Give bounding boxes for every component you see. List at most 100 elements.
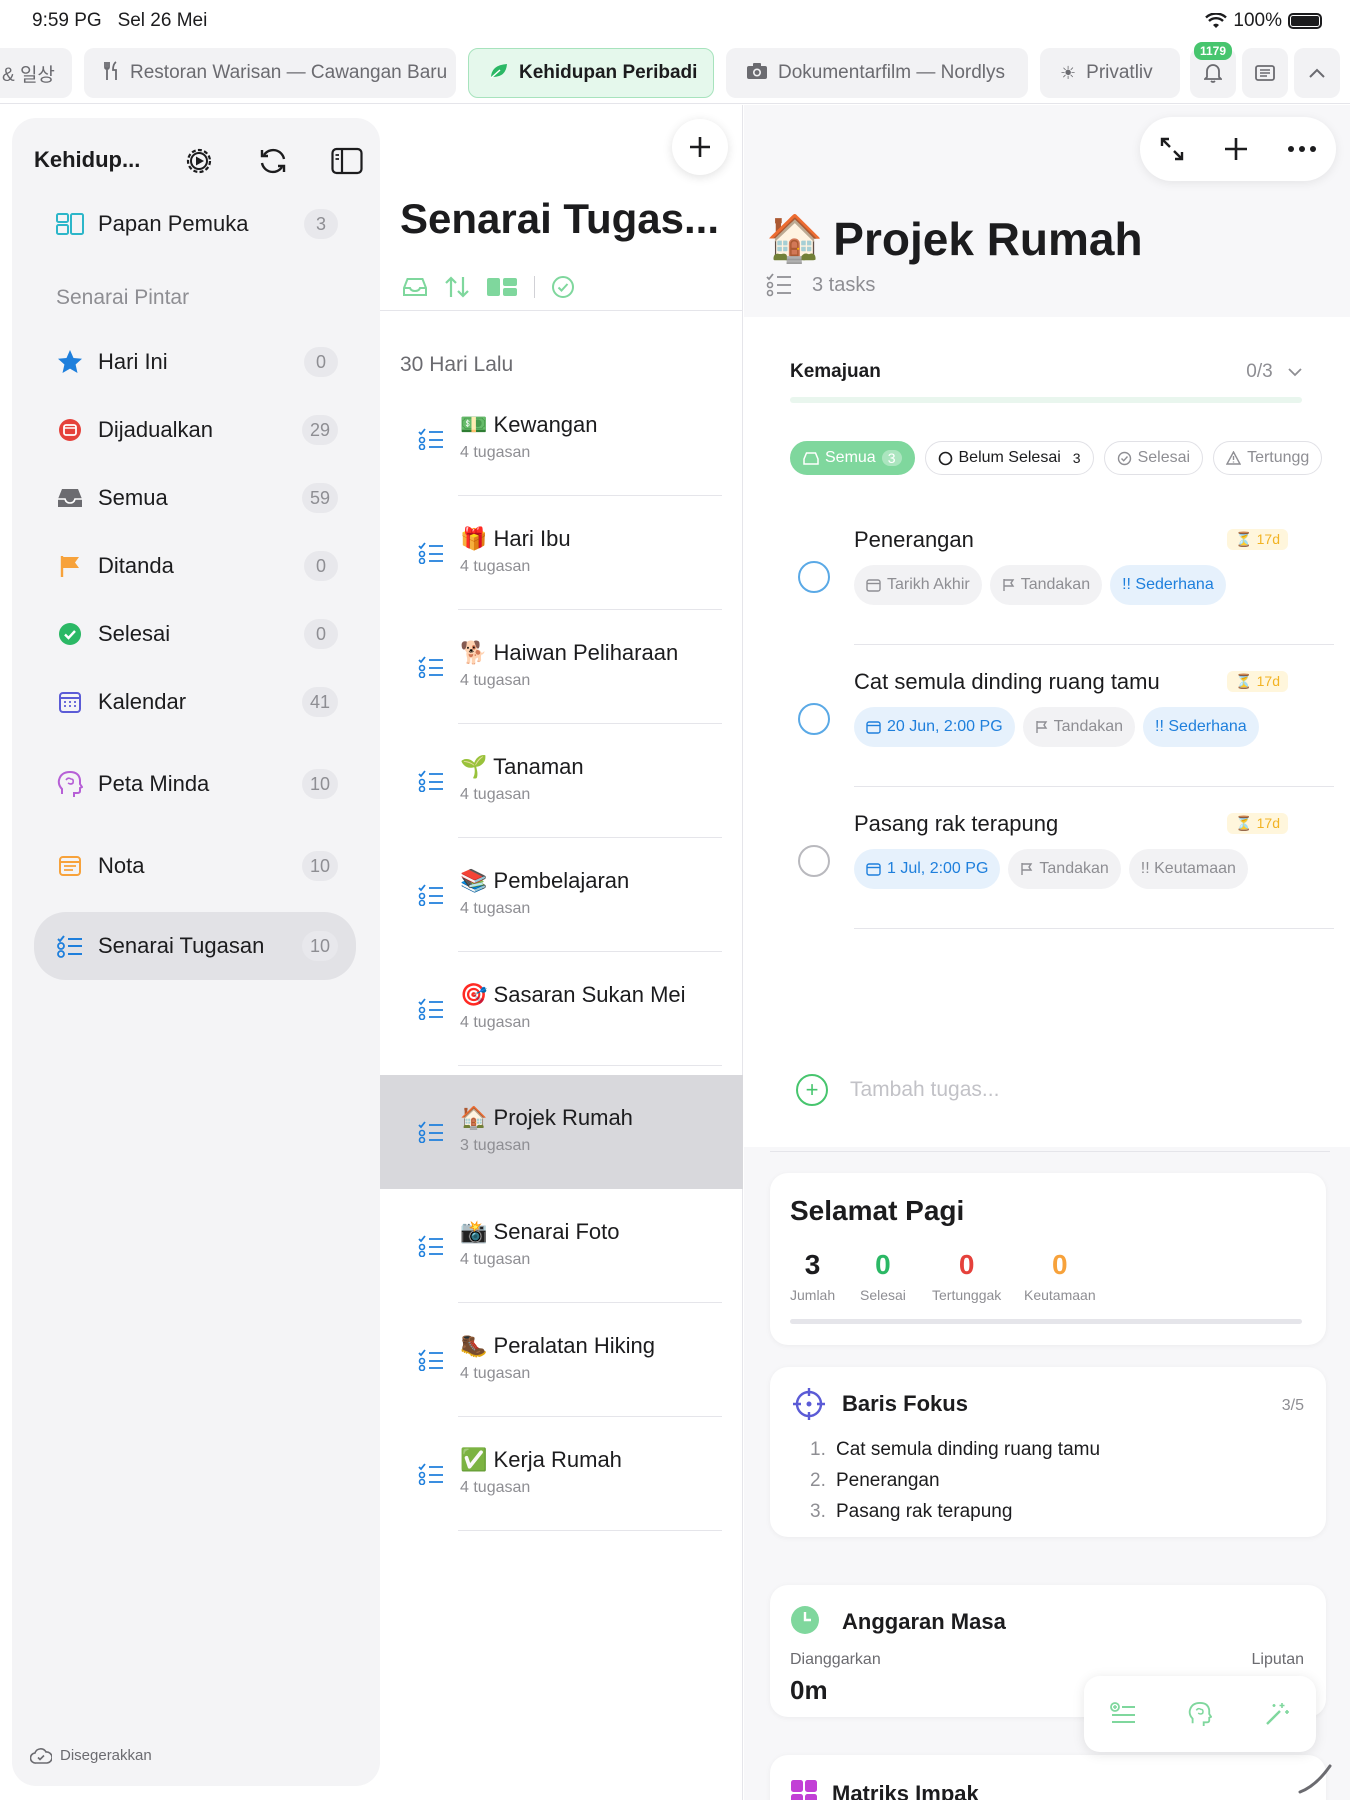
list-count: 4 tugasan [460, 672, 531, 689]
progress-toggle[interactable]: 0/3 [1246, 361, 1302, 383]
task-checkbox[interactable] [798, 703, 830, 735]
battery-percent: 100% [1233, 10, 1282, 31]
flag-tag[interactable]: Tandakan [989, 565, 1103, 605]
priority-tag[interactable]: !! Sederhana [1110, 565, 1226, 605]
plus-icon[interactable] [1223, 136, 1249, 162]
tab-kehidupan-peribadi[interactable]: Kehidupan Peribadi [468, 48, 714, 98]
divider [458, 1065, 722, 1066]
status-time-date: 9:59 PG Sel 26 Mei [32, 10, 207, 32]
sidebar-item-today[interactable]: Hari Ini 0 [34, 332, 356, 392]
magic-wand-icon[interactable] [1264, 1701, 1290, 1727]
filter-completed[interactable]: Selesai [1103, 441, 1204, 475]
more-ellipsis-icon[interactable] [1287, 145, 1317, 153]
flag-tag[interactable]: Tandakan [1022, 707, 1136, 747]
task-title[interactable]: Penerangan [854, 527, 974, 553]
brain-head-icon[interactable] [1188, 1700, 1212, 1728]
priority-tag[interactable]: !! Sederhana [1143, 707, 1259, 747]
workspace-title[interactable]: Kehidup... [34, 147, 154, 173]
inbox-icon[interactable] [402, 277, 428, 297]
stat-label: Selesai [860, 1287, 906, 1303]
calendar-icon [866, 579, 881, 592]
progress-bar [790, 397, 1302, 403]
sidebar-item-label: Semua [98, 485, 168, 510]
plus-icon [690, 137, 710, 157]
task-title[interactable]: Cat semula dinding ruang tamu [854, 669, 1160, 695]
focus-item[interactable]: 2. Penerangan [810, 1470, 1100, 1501]
check-circle-icon[interactable] [551, 275, 575, 299]
budget-label: Dianggarkan [790, 1651, 881, 1668]
list-item-selected[interactable]: 🏠 Projek Rumah 3 tugasan [380, 1075, 743, 1189]
sidebar-item-scheduled[interactable]: Dijadualkan 29 [34, 400, 356, 460]
priority-label: !! Sederhana [1155, 718, 1247, 735]
flag-tag[interactable]: Tandakan [1008, 849, 1121, 889]
task-row[interactable]: Pasang rak terapung ⏳ 17d 1 Jul, 2:00 PG… [744, 787, 1350, 929]
add-list-button[interactable] [672, 119, 728, 175]
tasks-card: Kemajuan 0/3 Semua 3 Belum Selesai 3 Sel… [744, 317, 1350, 1152]
expand-arrows-icon[interactable] [1159, 136, 1185, 162]
sidebar-item-task-lists[interactable]: Senarai Tugasan 10 [34, 912, 356, 980]
task-row[interactable]: Cat semula dinding ruang tamu ⏳ 17d 20 J… [744, 645, 1350, 787]
sidebar-item-notes[interactable]: Nota 10 [34, 836, 356, 896]
sidebar-item-completed[interactable]: Selesai 0 [34, 604, 356, 664]
toggle-sidebar-icon[interactable] [330, 144, 364, 178]
due-date-tag[interactable]: 20 Jun, 2:00 PG [854, 707, 1015, 747]
sync-icon[interactable] [256, 144, 290, 178]
notifications-button[interactable]: 1179 [1190, 42, 1236, 98]
column-title: Senarai Tugas... [400, 195, 719, 242]
task-age-badge: ⏳ 17d [1227, 529, 1288, 550]
add-task-row[interactable]: + Tambah tugas... [796, 1074, 999, 1106]
tab-restoran[interactable]: Restoran Warisan — Cawangan Baru [84, 48, 456, 98]
filter-all[interactable]: Semua 3 [790, 441, 915, 475]
task-age-badge: ⏳ 17d [1227, 813, 1288, 834]
flag-label: Tandakan [1039, 860, 1109, 877]
task-checkbox[interactable] [798, 845, 830, 877]
settings-gear-icon[interactable] [182, 144, 216, 178]
list-item[interactable]: 📸 Senarai Foto 4 tugasan [380, 1189, 743, 1303]
focus-item[interactable]: 1. Cat semula dinding ruang tamu [810, 1439, 1100, 1470]
task-title[interactable]: Pasang rak terapung [854, 811, 1058, 837]
task-row[interactable]: Penerangan ⏳ 17d Tarikh Akhir Tandakan !… [744, 503, 1350, 645]
list-item[interactable]: 🎁 Hari Ibu 4 tugasan [380, 496, 743, 610]
view-layout-icon[interactable] [486, 277, 518, 297]
tab-daily[interactable]: & 일상 [0, 48, 72, 98]
sidebar-item-flagged[interactable]: Ditanda 0 [34, 536, 356, 596]
list-title: Pembelajaran [493, 868, 630, 893]
filter-incomplete[interactable]: Belum Selesai 3 [924, 441, 1094, 475]
list-item[interactable]: 🌱 Tanaman 4 tugasan [380, 724, 743, 838]
stat-label: Tertunggak [932, 1287, 1002, 1303]
reader-button[interactable] [1242, 48, 1288, 98]
tab-dokumentarfilm[interactable]: Dokumentarfilm — Nordlys [726, 48, 1028, 98]
sidebar-item-mind-map[interactable]: Peta Minda 10 [34, 754, 356, 814]
add-list-icon[interactable] [1110, 1702, 1136, 1726]
list-item[interactable]: 📚 Pembelajaran 4 tugasan [380, 838, 743, 952]
list-title: Tanaman [493, 754, 584, 779]
sidebar-item-all[interactable]: Semua 59 [34, 468, 356, 528]
focus-item[interactable]: 3. Pasang rak terapung [810, 1501, 1100, 1532]
impact-matrix-title: Matriks Impak [832, 1781, 979, 1800]
filter-overdue[interactable]: Tertungg [1213, 441, 1323, 475]
focus-count: 3/5 [1281, 1397, 1304, 1414]
task-checkbox[interactable] [798, 561, 830, 593]
due-date-tag[interactable]: 1 Jul, 2:00 PG [854, 849, 1001, 889]
list-item[interactable]: 🥾 Peralatan Hiking 4 tugasan [380, 1303, 743, 1417]
list-item[interactable]: 🎯 Sasaran Sukan Mei 4 tugasan [380, 952, 743, 1066]
list-detail: 🏠 Projek Rumah 3 tasks Kemajuan 0/3 Semu… [744, 105, 1350, 1800]
tab-privatliv[interactable]: ☀ Privatliv [1040, 48, 1180, 98]
list-count: 4 tugasan [460, 444, 531, 461]
priority-tag[interactable]: !! Keutamaan [1128, 849, 1248, 889]
list-item[interactable]: 🐕 Haiwan Peliharaan 4 tugasan [380, 610, 743, 724]
sidebar-item-calendar[interactable]: Kalendar 41 [34, 672, 356, 732]
list-item[interactable]: 💵 Kewangan 4 tugasan [380, 382, 743, 496]
stat-label: Keutamaan [1024, 1287, 1096, 1303]
sidebar-item-dashboard[interactable]: Papan Pemuka 3 [34, 194, 356, 254]
collapse-tabs-button[interactable] [1294, 48, 1340, 98]
sort-arrows-icon[interactable] [444, 275, 470, 299]
list-name: 🎯 Sasaran Sukan Mei [460, 982, 686, 1008]
list-item[interactable]: ✅ Kerja Rumah 4 tugasan [380, 1417, 743, 1531]
due-date-tag[interactable]: Tarikh Akhir [854, 565, 982, 605]
sidebar-item-label: Dijadualkan [98, 417, 213, 442]
sidebar-item-count: 0 [304, 551, 338, 581]
flag-outline-icon [1003, 579, 1015, 591]
list-title: Haiwan Peliharaan [493, 640, 679, 665]
calendar-clock-icon [56, 416, 84, 444]
